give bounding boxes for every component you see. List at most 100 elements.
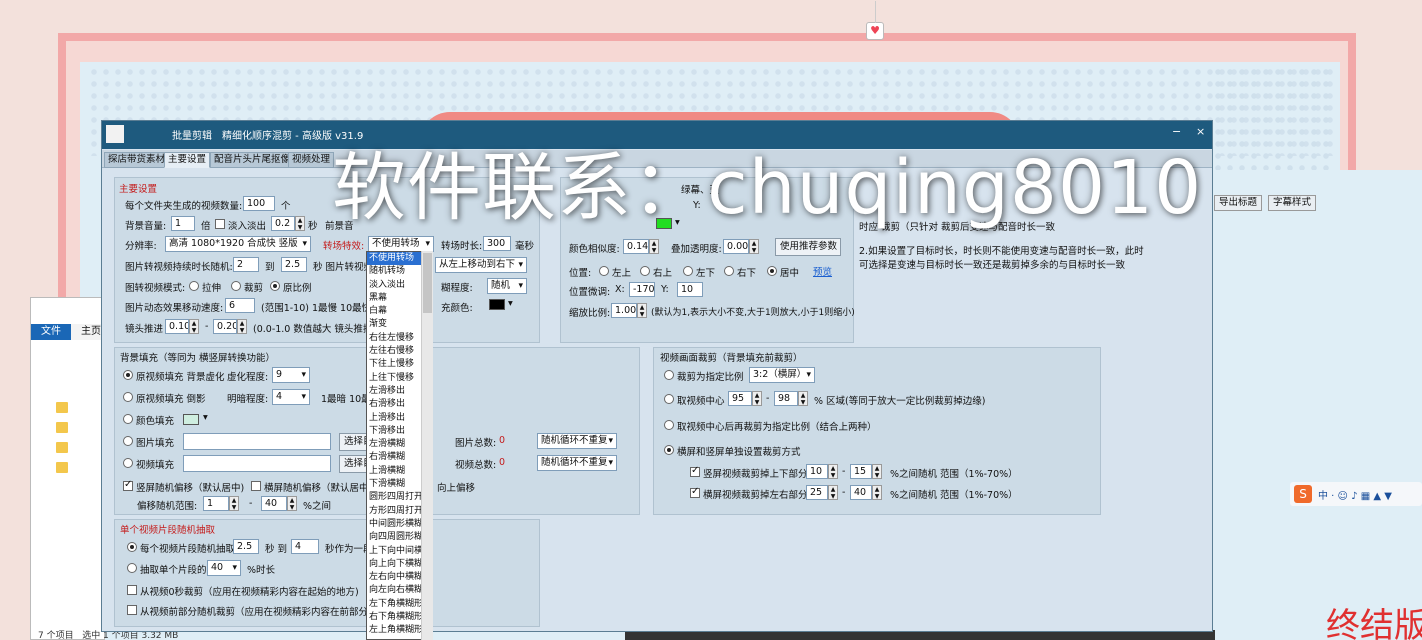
color-similarity-stepper[interactable]: ▲ ▼ [649,239,659,254]
overlay-alpha-stepper[interactable]: ▲ ▼ [749,239,759,254]
pos-top-left-radio[interactable] [599,266,609,276]
color-similarity-input[interactable]: 0.14 [623,239,649,254]
offset-min-stepper[interactable]: ▲ ▼ [229,496,239,511]
chevron-down-icon[interactable]: ▾ [508,298,513,309]
scrollbar-thumb[interactable] [423,253,432,313]
dropdown-scrollbar[interactable] [421,251,433,640]
overlay-alpha-input[interactable]: 0.00 [723,239,749,254]
offset-max-input[interactable]: 40 [261,496,287,511]
image-fill-radio[interactable] [123,436,133,446]
orig-fill-shadow-radio[interactable] [123,392,133,402]
lens-min-input[interactable]: 0.10 [165,319,189,334]
blur-level-select[interactable]: 9 [272,367,310,383]
fade-stepper[interactable]: ▲ ▼ [295,216,305,231]
transition-duration-input[interactable]: 300 [483,236,511,251]
vertical-crop-min[interactable]: 10 [806,464,828,479]
pos-top-right-radio[interactable] [640,266,650,276]
scale-stepper[interactable]: ▲ ▼ [637,303,647,318]
speed-input[interactable]: 6 [225,298,255,313]
horizontal-crop-min-stepper[interactable]: ▲ ▼ [828,485,838,500]
tab-store-material[interactable]: 探店带货素材 [104,152,170,168]
lens-dash: - [205,321,209,332]
each-segment-radio[interactable] [127,542,137,552]
center-max-stepper[interactable]: ▲ ▼ [798,391,808,406]
single-segment-select[interactable]: 40 [207,560,241,576]
preview-link[interactable]: 预览 [813,264,832,278]
mode-stretch-radio[interactable] [189,281,199,291]
explorer-file-tab[interactable]: 文件 [31,324,71,340]
video-loop-select[interactable]: 随机循环不重复 [537,455,617,471]
tab-dubbing-intro[interactable]: 配音片头片尾抠像 [210,152,295,168]
pos-y-input[interactable]: 10 [677,282,703,297]
brightness-select[interactable]: 4 [272,389,310,405]
vertical-crop-max-stepper[interactable]: ▲ ▼ [872,464,882,479]
image-duration-max[interactable]: 2.5 [281,257,307,272]
vertical-crop-checkbox[interactable] [690,465,700,477]
use-recommended-button[interactable]: 使用推荐参数 [775,238,841,256]
folder-icon[interactable] [56,422,68,433]
fade-input[interactable]: 0.2 [271,216,295,231]
image-folder-input[interactable] [183,433,331,450]
folder-icon[interactable] [56,402,68,413]
center-min-stepper[interactable]: ▲ ▼ [752,391,762,406]
transition-select[interactable]: 不使用转场 [368,236,434,252]
fill-color-swatch[interactable] [183,414,199,425]
pos-bottom-left-radio[interactable] [683,266,693,276]
ime-toolbar[interactable]: S 中 · ☺ ♪ ▦ ▲ ▼ [1290,482,1422,506]
video-fill-radio[interactable] [123,458,133,468]
fade-checkbox[interactable] [215,219,225,229]
pos-bottom-right-radio[interactable] [724,266,734,276]
tab-export-title[interactable]: 导出标题 [1214,195,1263,211]
center-crop-radio[interactable] [664,394,674,404]
horizontal-crop-min[interactable]: 25 [806,485,828,500]
vertical-crop-max[interactable]: 15 [850,464,872,479]
resolution-select[interactable]: 高清 1080*1920 合成快 竖版 [165,236,311,252]
from-start-checkbox[interactable] [127,585,137,595]
tab-subtitle-style[interactable]: 字幕样式 [1268,195,1317,211]
offset-max-stepper[interactable]: ▲ ▼ [287,496,297,511]
horizontal-crop-max[interactable]: 40 [850,485,872,500]
chevron-down-icon[interactable]: ▾ [203,412,208,423]
lens-min-stepper[interactable]: ▲ ▼ [189,319,199,334]
horizontal-offset-checkbox[interactable] [251,481,261,491]
blur-degree-select[interactable]: 随机 [487,278,527,294]
vertical-offset-checkbox[interactable] [123,479,133,491]
video-folder-input[interactable] [183,455,331,472]
bg-volume-input[interactable]: 1 [171,216,195,231]
center-min-input[interactable]: 95 [728,391,752,406]
fill-color-swatch[interactable] [489,299,505,310]
single-segment-radio[interactable] [127,563,137,573]
vertical-offset-label: 竖屏随机偏移（默认居中) [136,483,245,494]
crop-ratio-select[interactable]: 3:2（横屏） [749,367,815,383]
scale-input[interactable]: 1.00 [611,303,637,318]
lens-max-input[interactable]: 0.20 [213,319,237,334]
tab-video-processing[interactable]: 视频处理 [288,152,335,168]
image-loop-select[interactable]: 随机循环不重复 [537,433,617,449]
mode-crop-radio[interactable] [231,281,241,291]
tab-main-settings[interactable]: 主要设置 [164,152,211,168]
from-front-checkbox[interactable] [127,605,137,615]
blur-degree-label: 糊程度: [441,283,473,294]
orig-fill-blur-radio[interactable] [123,370,133,380]
each-segment-max[interactable]: 4 [291,539,319,554]
explorer-home-tab[interactable]: 主页 [81,324,101,340]
each-segment-min[interactable]: 2.5 [233,539,259,554]
separate-crop-radio[interactable] [664,445,674,455]
center-then-crop-radio[interactable] [664,420,674,430]
center-max-input[interactable]: 98 [774,391,798,406]
folder-icon[interactable] [56,462,68,473]
pos-center-radio[interactable] [767,266,777,276]
vertical-crop-min-stepper[interactable]: ▲ ▼ [828,464,838,479]
videos-per-folder-input[interactable]: 100 [243,196,275,211]
color-fill-radio[interactable] [123,414,133,424]
folder-icon[interactable] [56,442,68,453]
lens-max-stepper[interactable]: ▲ ▼ [237,319,247,334]
image-duration-min[interactable]: 2 [233,257,259,272]
horizontal-crop-checkbox[interactable] [690,486,700,498]
crop-ratio-radio[interactable] [664,370,674,380]
mode-ratio-radio[interactable] [270,281,280,291]
horizontal-crop-max-stepper[interactable]: ▲ ▼ [872,485,882,500]
offset-min-input[interactable]: 1 [203,496,229,511]
move-direction-select[interactable]: 从左上移动到右下 [435,257,527,273]
pos-x-input[interactable]: -170 [629,282,655,297]
